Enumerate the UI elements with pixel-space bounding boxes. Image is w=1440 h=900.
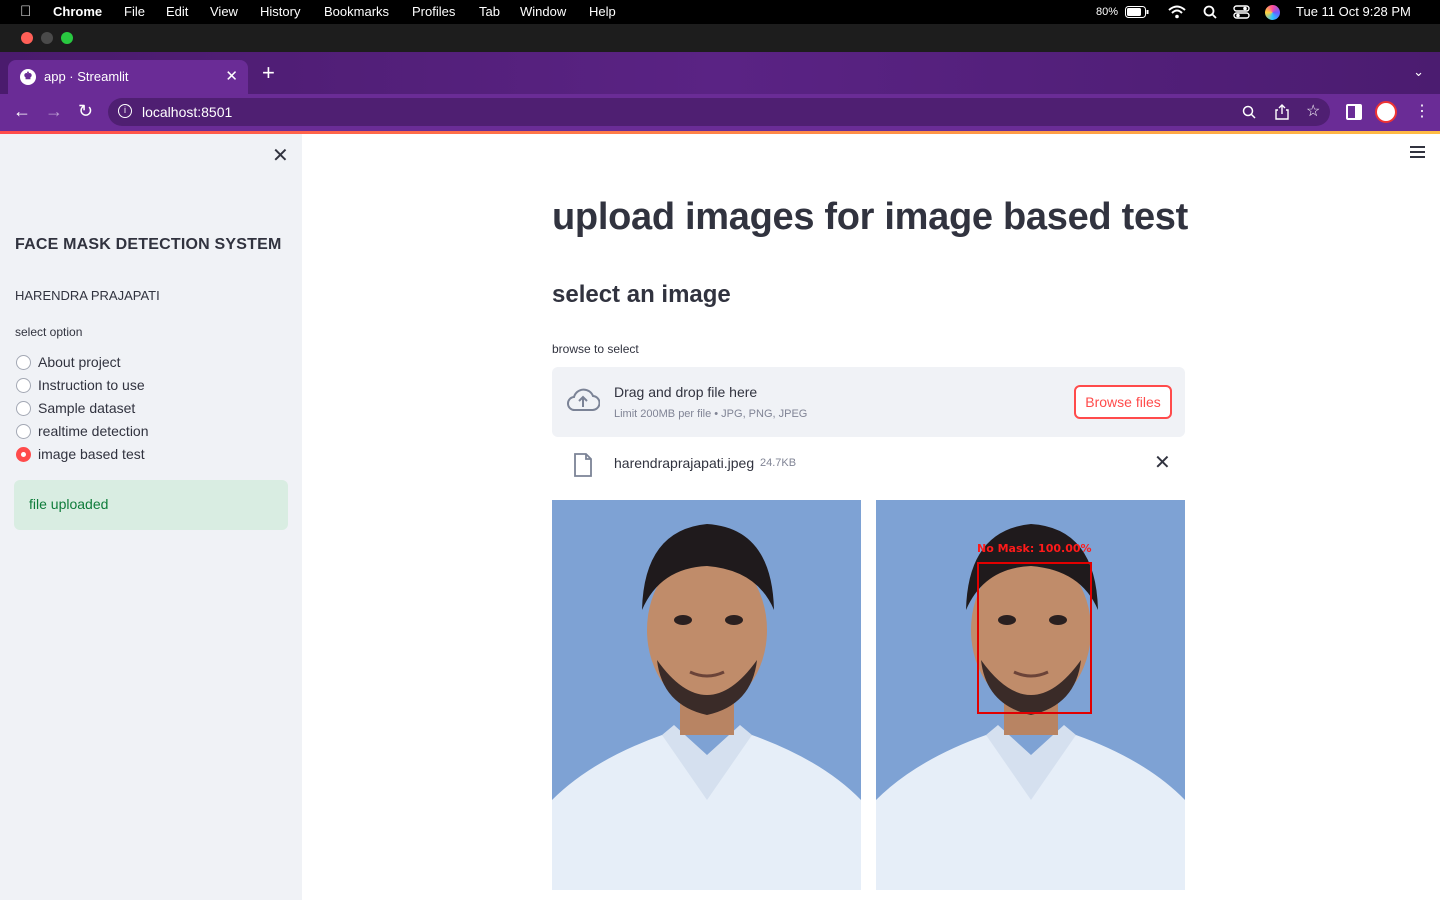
address-bar-url[interactable]: localhost:8501 [142,104,232,120]
file-icon [574,453,592,477]
file-dropzone[interactable]: Drag and drop file here Limit 200MB per … [552,367,1185,437]
menu-help[interactable]: Help [589,4,616,19]
zoom-window-button[interactable] [61,32,73,44]
radio-group-label: select option [15,325,83,339]
remove-file-icon[interactable]: ✕ [1154,450,1171,475]
reload-icon[interactable]: ↻ [78,101,93,122]
radio-realtime-detection[interactable]: realtime detection [16,423,216,443]
radio-image-based-test[interactable]: image based test [16,446,216,466]
dropzone-instruction: Drag and drop file here [614,384,758,400]
apple-icon[interactable]:  [20,3,31,20]
siri-icon[interactable] [1265,5,1280,20]
radio-label[interactable]: Instruction to use [38,377,145,393]
control-center-icon[interactable] [1233,5,1250,19]
success-alert-text: file uploaded [29,496,109,512]
side-panel-icon[interactable] [1346,104,1362,120]
forward-arrow-icon[interactable]: → [45,101,63,122]
section-subtitle: select an image [552,281,731,308]
radio-instruction-to-use[interactable]: Instruction to use [16,377,216,397]
macos-menubar:  Chrome File Edit View History Bookmark… [0,0,1440,24]
spotlight-search-icon[interactable] [1203,5,1217,19]
radio-button-selected[interactable] [16,447,31,462]
wifi-icon[interactable] [1168,5,1186,19]
radio-about-project[interactable]: About project [16,354,216,374]
file-uploader-label: browse to select [552,342,639,356]
success-alert: file uploaded [14,480,288,530]
menu-tab[interactable]: Tab [479,4,500,19]
cloud-upload-icon [567,388,600,411]
back-arrow-icon[interactable]: ← [13,101,31,122]
tab-streamlit-app[interactable]: ♚ app · Streamlit ✕ [8,60,248,94]
menubar-datetime[interactable]: Tue 11 Oct 9:28 PM [1296,4,1411,19]
menu-profiles[interactable]: Profiles [412,4,455,19]
original-image [552,500,861,890]
menu-history[interactable]: History [260,4,300,19]
bookmark-star-icon[interactable]: ☆ [1306,101,1320,121]
radio-label[interactable]: image based test [38,446,145,462]
face-bounding-box [977,562,1092,714]
tab-search-chevron-icon[interactable]: ⌄ [1413,64,1424,80]
sidebar-close-icon[interactable]: ✕ [272,143,289,168]
share-icon[interactable] [1275,104,1289,120]
browse-files-button[interactable]: Browse files [1074,385,1172,419]
tab-title: app · Streamlit [44,69,129,84]
menu-app-chrome[interactable]: Chrome [53,4,102,19]
radio-button[interactable] [16,355,31,370]
menu-file[interactable]: File [124,4,145,19]
radio-button[interactable] [16,378,31,393]
battery-percent: 80% [1096,6,1119,18]
new-tab-plus-icon[interactable]: + [262,62,275,84]
minimize-window-button[interactable] [41,32,53,44]
radio-label[interactable]: About project [38,354,121,370]
portrait-photo [552,500,861,890]
uploaded-file-size: 24.7KB [760,457,797,469]
detection-result-image: No Mask: 100.00% [876,500,1185,890]
dropzone-limit: Limit 200MB per file • JPG, PNG, JPEG [614,408,808,420]
streamlit-favicon-icon: ♚ [20,69,36,85]
tab-strip: ♚ app · Streamlit ✕ [0,52,1440,94]
menu-bookmarks[interactable]: Bookmarks [324,4,389,19]
radio-label[interactable]: Sample dataset [38,400,135,416]
battery-icon[interactable] [1125,6,1149,18]
radio-button[interactable] [16,401,31,416]
uploaded-file-name: harendraprajapati.jpeg [614,455,755,471]
radio-label[interactable]: realtime detection [38,423,149,439]
sidebar-title: FACE MASK DETECTION SYSTEM [15,236,282,253]
site-info-icon[interactable]: i [118,104,132,118]
detection-label: No Mask: 100.00% [977,542,1092,555]
menu-window[interactable]: Window [520,4,566,19]
menu-edit[interactable]: Edit [166,4,188,19]
radio-sample-dataset[interactable]: Sample dataset [16,400,216,420]
radio-button[interactable] [16,424,31,439]
browser-menu-kebab-icon[interactable]: ⋮ [1414,101,1430,121]
app-menu-hamburger-icon[interactable] [1410,146,1425,161]
zoom-lens-icon[interactable] [1242,105,1256,119]
sidebar-author: HARENDRA PRAJAPATI [15,288,160,303]
window-titlebar [0,24,1440,52]
tab-close-icon[interactable]: ✕ [225,67,238,85]
address-bar[interactable]: i localhost:8501 ☆ [108,98,1330,126]
page-title: upload images for image based test [552,196,1188,238]
profile-avatar[interactable] [1375,101,1397,123]
close-window-button[interactable] [21,32,33,44]
menu-view[interactable]: View [210,4,238,19]
